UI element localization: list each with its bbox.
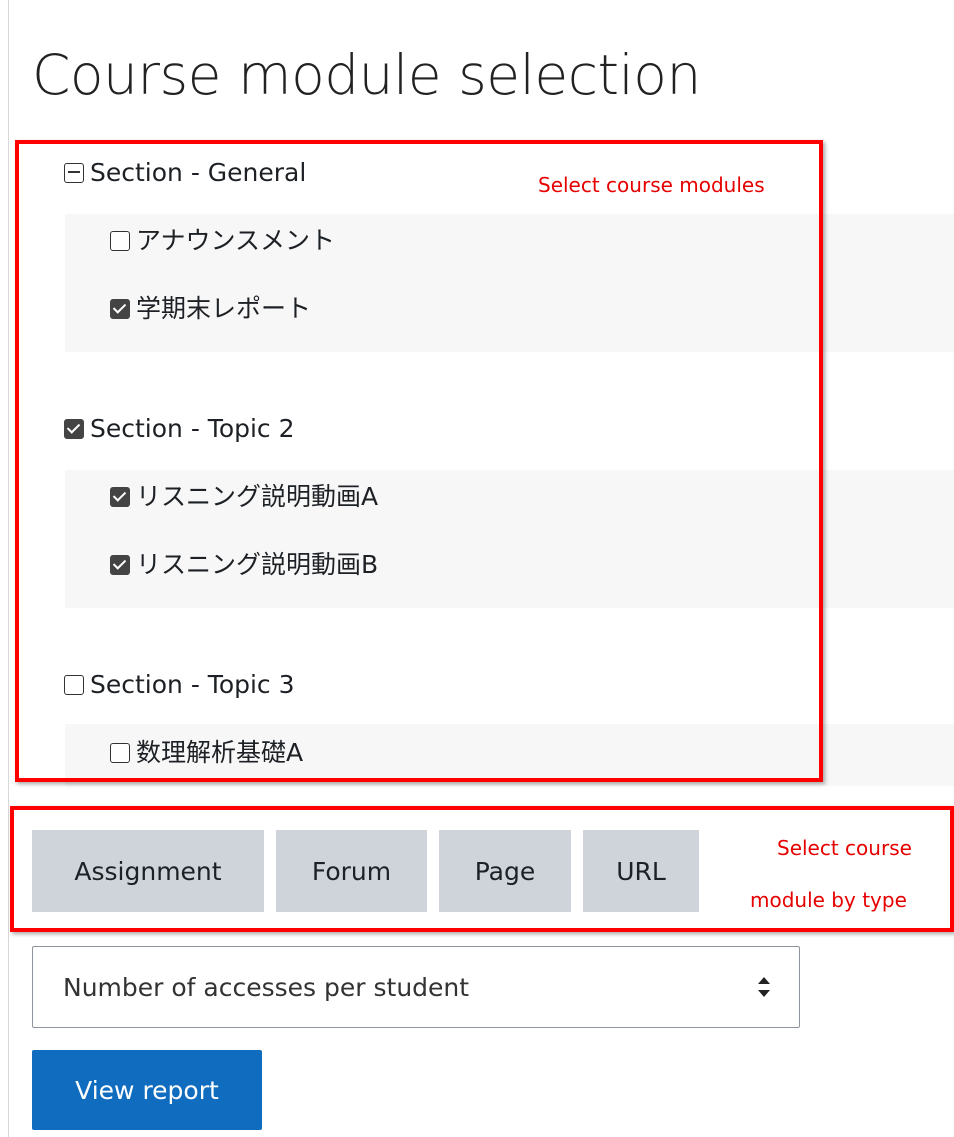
annotation-by-type-line2: module by type	[750, 888, 907, 912]
left-border	[8, 0, 9, 1137]
report-type-select-value: Number of accesses per student	[63, 972, 470, 1002]
annotation-by-type-line1: Select course	[777, 836, 912, 860]
annotation-box-modules	[15, 140, 823, 782]
page-title: Course module selection	[32, 43, 701, 107]
view-report-button[interactable]: View report	[32, 1050, 262, 1130]
select-arrows-icon	[758, 977, 770, 997]
annotation-modules-text: Select course modules	[538, 173, 765, 197]
report-type-select[interactable]: Number of accesses per student	[32, 946, 800, 1028]
annotation-box-by-type	[10, 806, 954, 932]
